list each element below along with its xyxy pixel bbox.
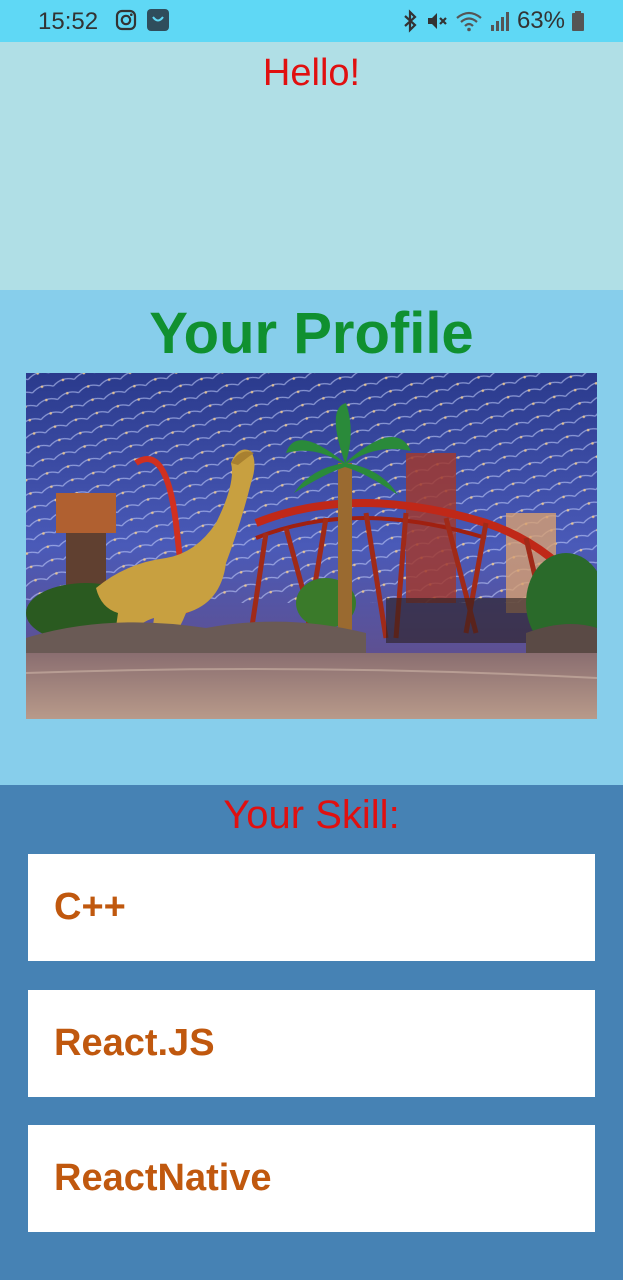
instagram-icon bbox=[115, 9, 137, 31]
signal-icon bbox=[490, 12, 509, 31]
theme-park-photo bbox=[26, 373, 597, 719]
skill-label: React.JS bbox=[54, 1022, 215, 1064]
skill-label: ReactNative bbox=[54, 1157, 272, 1199]
skill-item-cpp[interactable]: C++ bbox=[28, 854, 595, 961]
skill-section: Your Skill: C++ React.JS ReactNative bbox=[0, 785, 623, 1280]
profile-image bbox=[26, 373, 597, 719]
status-indicators: 63% bbox=[401, 7, 585, 34]
status-time: 15:52 bbox=[38, 8, 99, 35]
profile-section: Your Profile bbox=[0, 290, 623, 785]
bluetooth-icon bbox=[404, 9, 417, 33]
skill-label: C++ bbox=[54, 886, 126, 928]
greeting-text: Hello! bbox=[262, 52, 361, 94]
store-bag-icon bbox=[147, 9, 169, 31]
wifi-icon bbox=[456, 11, 482, 32]
profile-title: Your Profile bbox=[149, 301, 474, 366]
mute-icon bbox=[427, 13, 447, 29]
skill-title: Your Skill: bbox=[223, 793, 400, 837]
skill-item-reactjs[interactable]: React.JS bbox=[28, 990, 595, 1097]
battery-icon bbox=[572, 11, 584, 31]
battery-percentage: 63% bbox=[516, 7, 565, 34]
skill-item-reactnative[interactable]: ReactNative bbox=[28, 1125, 595, 1232]
status-bar: 15:52 63% bbox=[0, 0, 623, 42]
hello-section: Hello! bbox=[0, 42, 623, 290]
